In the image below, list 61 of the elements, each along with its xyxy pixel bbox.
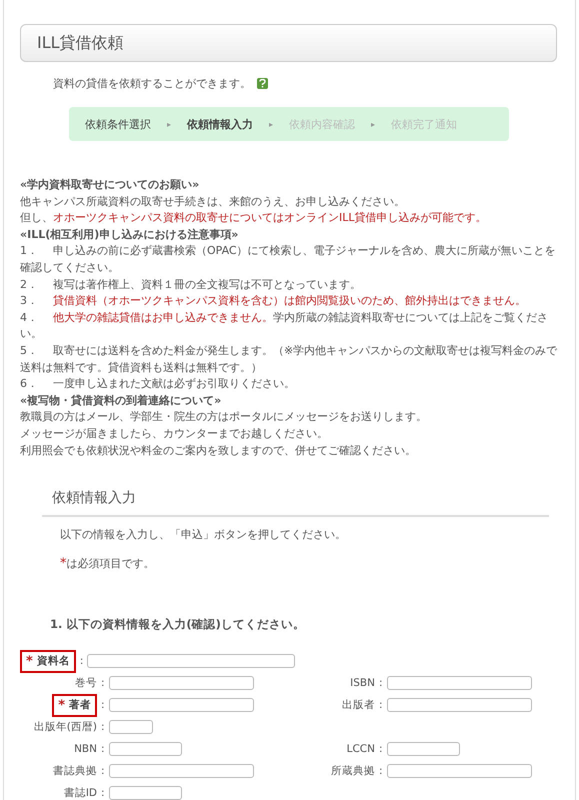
input-field[interactable] xyxy=(108,742,182,756)
notice-item: 6． 一度申し込まれた文献は必ずお引取りください。 xyxy=(20,376,296,392)
notice-text: メッセージが届きましたら、カウンターまでお越しください。 xyxy=(20,426,329,442)
field-label: ISBN xyxy=(350,677,375,690)
colon-text: : xyxy=(379,765,383,778)
notice-text: 教職員の方はメール、学部生・院生の方はポータルにメッセージをお送りします。 xyxy=(20,409,428,426)
notice-item: 3． 貸借資料（オホーツクキャンパス資料を含む）は館内閲覧扱いのため、館外持出はできません。 xyxy=(20,293,527,310)
required-label: * 資料名 xyxy=(20,650,76,673)
field-label: 出版者 xyxy=(342,698,375,712)
input-field[interactable] xyxy=(87,654,295,668)
page-title: ILL貸借依頼 xyxy=(20,24,557,62)
notice-item: 2． 複写は著作権上、資料１冊の全文複写は不可となっています。 xyxy=(20,276,362,293)
field-label: 出版年(西暦) xyxy=(34,720,97,734)
colon-text: : xyxy=(379,677,383,690)
field-label: 書誌ID xyxy=(64,786,97,800)
colon-text: : xyxy=(101,765,105,778)
step-arrow-icon: ▸ xyxy=(371,120,376,128)
required-label: * 著者 xyxy=(52,694,97,717)
colon-text: : xyxy=(379,743,383,756)
notice-text: 但し、オホーツクキャンパス資料の取寄せについてはオンラインILL貸借申し込みが可能です。 xyxy=(20,210,488,226)
notice-item: 4． 他大学の雑誌貸借はお申し込みできません。学内所蔵の雑誌資料取寄せについては上記をご覧ください。 xyxy=(20,310,549,342)
input-field[interactable] xyxy=(108,720,153,734)
colon-text: : xyxy=(101,677,105,690)
form-title: 1. 以下の資料情報を入力(確認)してください。 xyxy=(50,617,306,632)
section-title: 依頼情報入力 xyxy=(42,483,549,518)
required-note: *は必須項目です。 xyxy=(60,557,154,570)
field-label: 書誌典拠 xyxy=(53,764,97,778)
notice-text: 利用照会でも依頼状況や料金のご案内を致しますので、併せてご確認ください。 xyxy=(20,442,417,458)
notice-heading: «ILL(相互利用)申し込みにおける注意事項» xyxy=(20,226,240,243)
field-label: LCCN xyxy=(346,743,375,756)
colon-text: : xyxy=(101,721,105,734)
notice-heading: «複写物・貸借資料の到着連絡について» xyxy=(20,392,222,409)
input-field[interactable] xyxy=(108,764,254,778)
colon-text: : xyxy=(101,787,105,800)
step-arrow-icon: ▸ xyxy=(269,120,274,128)
step-label: 依頼内容確認 xyxy=(289,116,356,132)
field-label: 所蔵典拠 xyxy=(331,764,375,778)
input-field[interactable] xyxy=(386,742,460,756)
step-arrow-icon: ▸ xyxy=(167,120,172,128)
field-label: NBN xyxy=(74,743,97,756)
input-field[interactable] xyxy=(108,786,182,800)
step-label: 依頼完了通知 xyxy=(391,116,458,132)
input-field[interactable] xyxy=(386,764,532,778)
colon-text: : xyxy=(101,743,105,756)
notice-item: 1． 申し込みの前に必ず蔵書検索（OPAC）にて検索し、電子ジャーナルを含め、農大に所蔵が無いことを確認してください。 xyxy=(20,243,557,276)
colon-text: : xyxy=(379,699,383,712)
input-field[interactable] xyxy=(108,698,254,712)
instruction-text: 以下の情報を入力し、「申込」ボタンを押してください。 xyxy=(60,528,346,542)
input-field[interactable] xyxy=(108,676,254,690)
colon-text: : xyxy=(80,655,84,668)
input-field[interactable] xyxy=(386,698,532,712)
notice-text: 他キャンパス所蔵資料の取寄せ手続きは、来館のうえ、お申し込みください。 xyxy=(20,194,406,210)
notice-item: 5． 取寄せには送料を含めた料金が発生します。（※学内他キャンパスからの文献取寄せは複写料金のみで送料は無料です。貸借資料も送料は無料です。） xyxy=(20,342,558,376)
step-label: 依頼情報入力 xyxy=(187,116,254,132)
notice-heading: «学内資料取寄せについてのお願い» xyxy=(20,177,200,193)
help-icon[interactable] xyxy=(257,78,268,89)
intro-text: 資料の貸借を依頼することができます。 xyxy=(53,76,251,91)
step-label: 依頼条件選択 xyxy=(85,116,151,132)
colon-text: : xyxy=(101,699,105,712)
input-field[interactable] xyxy=(386,676,532,690)
field-label: 巻号 xyxy=(75,676,97,690)
